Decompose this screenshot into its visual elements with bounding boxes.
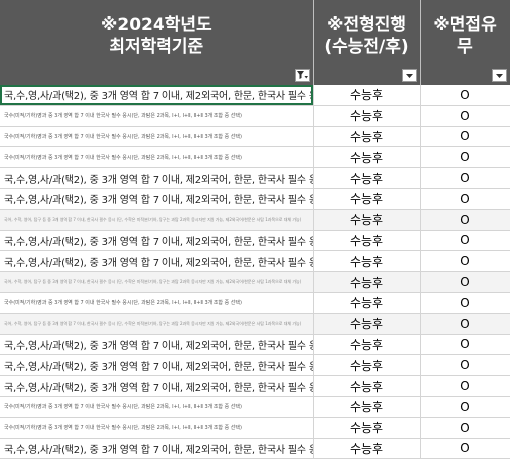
header-min-criteria-line1: ※2024학년도 bbox=[100, 15, 212, 35]
process-cell[interactable]: 수능후 bbox=[313, 354, 421, 377]
dropdown-arrow-icon[interactable] bbox=[491, 69, 507, 82]
criteria-cell[interactable]: 국수(미적/기하)영과 중 3개 영역 합 7 이내 한국사 필수 응시(단, … bbox=[0, 417, 314, 439]
table-row: 국,수,영,사/과(택2), 중 3개 영역 합 7 이내, 제2외국어, 한문… bbox=[0, 438, 510, 460]
table-row: 국수(미적/기하)영과 중 3개 영역 합 7 이내 한국사 필수 응시(단, … bbox=[0, 292, 510, 314]
header-min-criteria-line2: 최저학력기준 bbox=[109, 37, 204, 57]
table-row: 국어, 수학, 영어, 탐구 등 중 3개 영역 합 7 이내, 한국사 필수 … bbox=[0, 313, 510, 335]
criteria-cell[interactable]: 국,수,영,사/과(택2), 중 3개 영역 합 7 이내, 제2외국어, 한문… bbox=[0, 334, 314, 356]
criteria-cell[interactable]: 국수(미적/기하)영과 중 3개 영역 합 7 이내 한국사 필수 응시(단, … bbox=[0, 126, 314, 148]
criteria-cell[interactable]: 국어, 수학, 영어, 탐구 등 중 3개 영역 합 7 이내, 한국사 필수 … bbox=[0, 209, 314, 231]
header-process-line1: ※전형진행 bbox=[326, 15, 407, 35]
process-cell[interactable]: 수능후 bbox=[313, 85, 421, 106]
table-row: 국,수,영,사/과(택2), 중 3개 영역 합 7 이내, 제2외국어, 한문… bbox=[0, 334, 510, 356]
interview-cell[interactable]: O bbox=[420, 292, 510, 314]
process-cell[interactable]: 수능후 bbox=[313, 230, 421, 252]
filter-active-icon[interactable] bbox=[294, 69, 310, 82]
process-cell[interactable]: 수능후 bbox=[313, 188, 421, 210]
criteria-cell[interactable]: 국수(미적/기하)영과 중 3개 영역 합 7 이내 한국사 필수 응시(단, … bbox=[0, 105, 314, 127]
table-row: 국어, 수학, 영어, 탐구 등 중 3개 영역 합 7 이내, 한국사 필수 … bbox=[0, 271, 510, 293]
process-cell[interactable]: 수능후 bbox=[313, 167, 421, 189]
process-cell[interactable]: 수능후 bbox=[313, 105, 421, 127]
process-cell[interactable]: 수능후 bbox=[313, 292, 421, 314]
interview-cell[interactable]: O bbox=[420, 396, 510, 418]
table-row: 국수(미적/기하)영과 중 3개 영역 합 7 이내 한국사 필수 응시(단, … bbox=[0, 396, 510, 418]
criteria-cell[interactable]: 국,수,영,사/과(택2), 중 3개 영역 합 7 이내, 제2외국어, 한문… bbox=[0, 188, 314, 210]
criteria-cell[interactable]: 국수(미적/기하)영과 중 3개 영역 합 7 이내 한국사 필수 응시(단, … bbox=[0, 146, 314, 169]
interview-cell[interactable]: O bbox=[420, 250, 510, 273]
table-row: 국,수,영,사/과(택2), 중 3개 영역 합 7 이내, 제2외국어, 한문… bbox=[0, 85, 510, 106]
interview-cell[interactable]: O bbox=[420, 167, 510, 189]
header-process-line2: (수능전/후) bbox=[324, 37, 409, 57]
table-row: 국수(미적/기하)영과 중 3개 영역 합 7 이내 한국사 필수 응시(단, … bbox=[0, 126, 510, 148]
table-row: 국,수,영,사/과(택2), 중 3개 영역 합 7 이내, 제2외국어, 한문… bbox=[0, 167, 510, 189]
process-cell[interactable]: 수능후 bbox=[313, 334, 421, 356]
table-row: 국,수,영,사/과(택2), 중 3개 영역 합 7 이내, 제2외국어, 한문… bbox=[0, 230, 510, 252]
dropdown-arrow-icon[interactable] bbox=[401, 69, 417, 82]
interview-cell[interactable]: O bbox=[420, 105, 510, 127]
process-cell[interactable]: 수능후 bbox=[313, 271, 421, 293]
spreadsheet: ※2024학년도 최저학력기준 ※전형진행 (수능전/후) ※면접유 무 국,수… bbox=[0, 0, 510, 473]
criteria-cell[interactable]: 국수(미적/기하)영과 중 3개 영역 합 7 이내 한국사 필수 응시(단, … bbox=[0, 292, 314, 314]
table-row: 국어, 수학, 영어, 탐구 등 중 3개 영역 합 7 이내, 한국사 필수 … bbox=[0, 209, 510, 231]
criteria-cell[interactable]: 국,수,영,사/과(택2), 중 3개 영역 합 7 이내, 제2외국어, 한문… bbox=[0, 230, 314, 252]
criteria-cell[interactable]: 국,수,영,사/과(택2), 중 3개 영역 합 7 이내, 제2외국어, 한문… bbox=[0, 354, 314, 377]
process-cell[interactable]: 수능후 bbox=[313, 126, 421, 148]
header-interview-line2: 무 bbox=[457, 37, 473, 57]
table-row: 국수(미적/기하)영과 중 3개 영역 합 7 이내 한국사 필수 응시(단, … bbox=[0, 105, 510, 127]
interview-cell[interactable]: O bbox=[420, 271, 510, 293]
table-row: 국,수,영,사/과(택2), 중 3개 영역 합 7 이내, 제2외국어, 한문… bbox=[0, 375, 510, 397]
interview-cell[interactable]: O bbox=[420, 188, 510, 210]
interview-cell[interactable]: O bbox=[420, 334, 510, 356]
process-cell[interactable]: 수능후 bbox=[313, 375, 421, 397]
header-row: ※2024학년도 최저학력기준 ※전형진행 (수능전/후) ※면접유 무 bbox=[0, 0, 510, 85]
header-process: ※전형진행 (수능전/후) bbox=[313, 0, 421, 85]
admission-table: ※2024학년도 최저학력기준 ※전형진행 (수능전/후) ※면접유 무 국,수… bbox=[0, 0, 510, 460]
interview-cell[interactable]: O bbox=[420, 209, 510, 231]
process-cell[interactable]: 수능후 bbox=[313, 250, 421, 273]
interview-cell[interactable]: O bbox=[420, 375, 510, 397]
criteria-cell[interactable]: 국수(미적/기하)영과 중 3개 영역 합 7 이내 한국사 필수 응시(단, … bbox=[0, 396, 314, 418]
process-cell[interactable]: 수능후 bbox=[313, 438, 421, 460]
criteria-cell[interactable]: 국,수,영,사/과(택2), 중 3개 영역 합 7 이내, 제2외국어, 한문… bbox=[0, 438, 314, 460]
interview-cell[interactable]: O bbox=[420, 230, 510, 252]
table-row: 국수(미적/기하)영과 중 3개 영역 합 7 이내 한국사 필수 응시(단, … bbox=[0, 417, 510, 439]
criteria-cell[interactable]: 국어, 수학, 영어, 탐구 등 중 3개 영역 합 7 이내, 한국사 필수 … bbox=[0, 271, 314, 293]
interview-cell[interactable]: O bbox=[420, 126, 510, 148]
criteria-cell[interactable]: 국,수,영,사/과(택2), 중 3개 영역 합 7 이내, 제2외국어, 한문… bbox=[0, 167, 314, 189]
header-min-criteria: ※2024학년도 최저학력기준 bbox=[0, 0, 314, 85]
criteria-cell[interactable]: 국,수,영,사/과(택2), 중 3개 영역 합 7 이내, 제2외국어, 한문… bbox=[0, 375, 314, 397]
process-cell[interactable]: 수능후 bbox=[313, 313, 421, 335]
table-row: 국,수,영,사/과(택2), 중 3개 영역 합 7 이내, 제2외국어, 한문… bbox=[0, 354, 510, 377]
criteria-cell[interactable]: 국,수,영,사/과(택2), 중 3개 영역 합 7 이내, 제2외국어, 한문… bbox=[0, 85, 314, 106]
interview-cell[interactable]: O bbox=[420, 438, 510, 460]
interview-cell[interactable]: O bbox=[420, 85, 510, 106]
process-cell[interactable]: 수능후 bbox=[313, 146, 421, 169]
header-interview-line1: ※면접유 bbox=[433, 15, 497, 35]
header-interview: ※면접유 무 bbox=[420, 0, 510, 85]
table-row: 국,수,영,사/과(택2), 중 3개 영역 합 7 이내, 제2외국어, 한문… bbox=[0, 250, 510, 273]
table-row: 국수(미적/기하)영과 중 3개 영역 합 7 이내 한국사 필수 응시(단, … bbox=[0, 146, 510, 169]
process-cell[interactable]: 수능후 bbox=[313, 209, 421, 231]
interview-cell[interactable]: O bbox=[420, 417, 510, 439]
interview-cell[interactable]: O bbox=[420, 354, 510, 377]
criteria-cell[interactable]: 국어, 수학, 영어, 탐구 등 중 3개 영역 합 7 이내, 한국사 필수 … bbox=[0, 313, 314, 335]
table-row: 국,수,영,사/과(택2), 중 3개 영역 합 7 이내, 제2외국어, 한문… bbox=[0, 188, 510, 210]
interview-cell[interactable]: O bbox=[420, 313, 510, 335]
criteria-cell[interactable]: 국,수,영,사/과(택2), 중 3개 영역 합 7 이내, 제2외국어, 한문… bbox=[0, 250, 314, 273]
process-cell[interactable]: 수능후 bbox=[313, 417, 421, 439]
interview-cell[interactable]: O bbox=[420, 146, 510, 169]
process-cell[interactable]: 수능후 bbox=[313, 396, 421, 418]
